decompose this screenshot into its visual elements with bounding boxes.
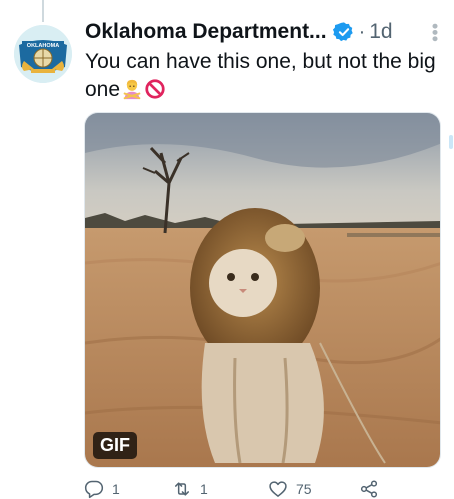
timestamp[interactable]: 1d [369, 20, 392, 44]
verified-badge-icon [332, 21, 355, 43]
person-gesturing-no-emoji [121, 78, 143, 100]
reply-icon [84, 480, 104, 499]
tweet-text: You can have this one, but not the big o… [85, 48, 440, 104]
author-avatar[interactable]: OKLAHOMA [14, 25, 72, 83]
oklahoma-seal-icon: OKLAHOMA [14, 25, 72, 83]
heart-icon [269, 481, 287, 497]
retweet-button[interactable]: 1 [172, 479, 208, 499]
thread-connector-line [42, 0, 44, 22]
separator-dot: · [358, 20, 366, 43]
more-options-icon[interactable]: ••• [425, 23, 445, 42]
cat-in-lion-mane-gif-icon [85, 113, 440, 467]
author-name[interactable]: Oklahoma Department... [85, 20, 327, 44]
avatar-text: OKLAHOMA [27, 43, 59, 49]
retweet-icon [175, 482, 189, 496]
share-button[interactable] [359, 479, 379, 499]
scrollbar-thumb[interactable] [449, 135, 453, 149]
gif-media[interactable]: GIF [84, 112, 441, 468]
gif-badge: GIF [93, 432, 137, 459]
tweet-actions: 1 1 75 [84, 479, 384, 499]
share-icon [360, 480, 378, 498]
prohibited-emoji [144, 78, 166, 100]
like-button[interactable]: 75 [268, 479, 312, 499]
tweet-header: Oklahoma Department... · 1d ••• [85, 18, 445, 46]
retweet-count: 1 [200, 481, 208, 497]
reply-button[interactable]: 1 [84, 479, 120, 499]
like-count: 75 [296, 481, 312, 497]
reply-count: 1 [112, 481, 120, 497]
